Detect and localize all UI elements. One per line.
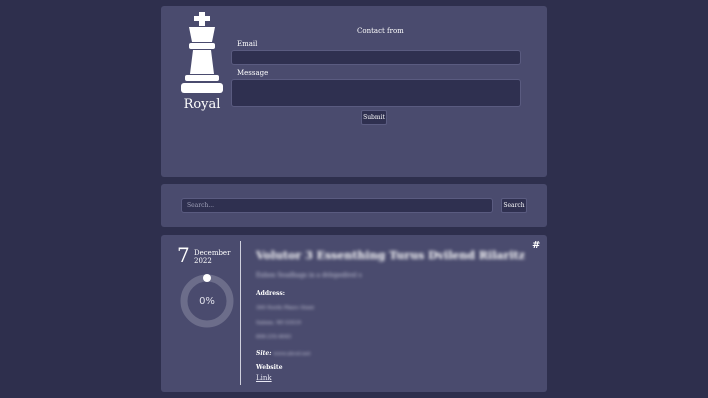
contact-form-title: Contact from — [357, 27, 404, 35]
search-input[interactable] — [181, 198, 493, 213]
event-subtitle: Enhen Seadhags in a dvlepedivel s — [256, 272, 362, 279]
site-label: Site: — [256, 350, 272, 357]
event-card: 7 December 2022 0% # Volutor 3 Essenthin… — [161, 235, 547, 392]
event-day: 7 — [177, 243, 190, 267]
site-row: Site: www.abcel.net — [256, 350, 311, 357]
email-label: Email — [237, 40, 258, 48]
website-label: Website — [256, 364, 283, 371]
contact-card: Royal Contact from Email Message Submit — [161, 6, 547, 177]
search-card: Search — [161, 184, 547, 227]
message-field[interactable] — [231, 79, 521, 107]
hash-icon[interactable]: # — [532, 240, 540, 251]
email-field[interactable] — [231, 50, 521, 65]
message-label: Message — [237, 69, 269, 77]
address-line-3: 608-235-4043 — [256, 334, 292, 340]
submit-button[interactable]: Submit — [361, 110, 387, 125]
website-link[interactable]: Link — [256, 374, 272, 382]
address-line-1: 300 North Phnro Stent — [256, 305, 315, 311]
event-title: Volutor 3 Essenthing Turus Dvilend Rilar… — [256, 249, 525, 262]
event-month: December — [194, 249, 231, 257]
chess-king-icon — [181, 12, 223, 93]
progress-label: 0% — [199, 295, 215, 307]
event-month-year: December 2022 — [194, 249, 230, 265]
search-button[interactable]: Search — [501, 198, 527, 213]
address-label: Address: — [256, 290, 285, 297]
brand-logo: Royal — [179, 12, 225, 112]
event-year: 2022 — [194, 257, 212, 265]
site-value: www.abcel.net — [273, 351, 311, 357]
address-line-2: Salene, WI 53519 — [256, 320, 301, 326]
progress-ring: 0% — [177, 271, 237, 331]
brand-name: Royal — [183, 97, 221, 112]
vertical-divider — [240, 241, 241, 385]
